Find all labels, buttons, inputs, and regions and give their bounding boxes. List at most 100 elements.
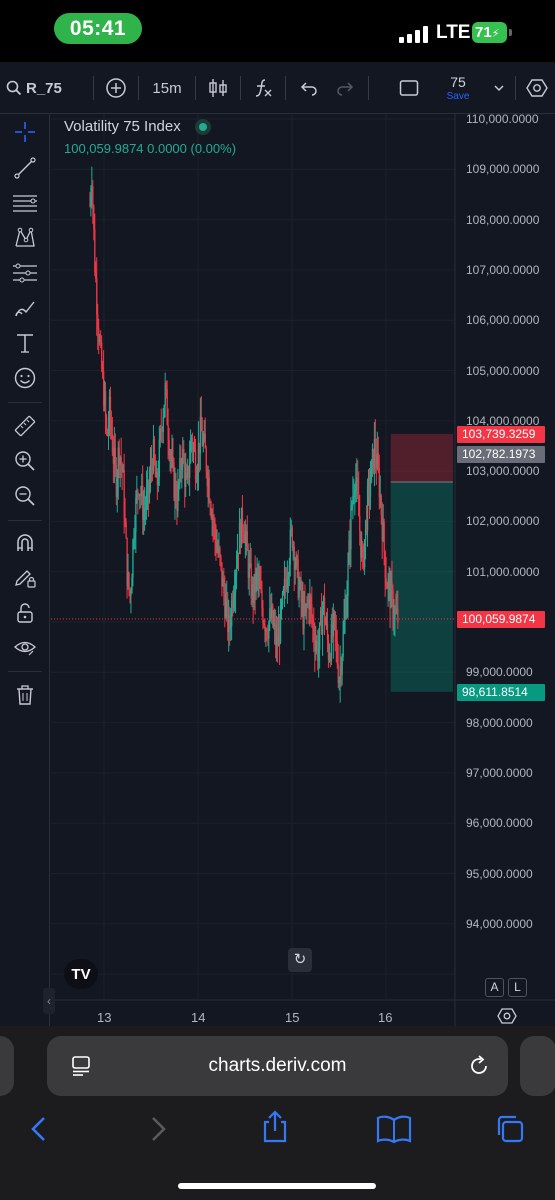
candle-body: [128, 572, 130, 591]
candle-body: [347, 563, 349, 597]
price-axis-label: 110,000.0000: [466, 112, 539, 126]
candle-body: [92, 186, 94, 207]
undo-button[interactable]: [294, 62, 324, 114]
share-button[interactable]: [260, 1110, 290, 1144]
trend-line-icon: [14, 157, 36, 179]
indicators-button[interactable]: [248, 62, 278, 114]
candle-body: [319, 622, 321, 650]
layout-count: 75: [450, 74, 466, 90]
entry-price-tag: 102,782.1973: [457, 446, 545, 463]
layout-dropdown-button[interactable]: [488, 62, 510, 114]
legend-title: Volatility 75 Index: [64, 118, 181, 135]
chart-app: ‹ Volatility 75 Index 100,059.9874 0.000…: [0, 112, 555, 1026]
interval-button[interactable]: 15m: [146, 62, 188, 114]
forward-button[interactable]: [143, 1114, 173, 1144]
price-axis-label: 94,000.0000: [466, 916, 533, 931]
remove-drawings-tool[interactable]: [10, 680, 40, 710]
forecast-lines-icon: [13, 263, 37, 283]
function-icon: [255, 79, 272, 97]
battery-icon: 71⚡: [472, 22, 512, 43]
trash-icon: [17, 685, 33, 705]
legend-values: 100,059.9874 0.0000 (0.00%): [64, 141, 237, 156]
price-axis-label: 105,000.0000: [466, 363, 540, 378]
price-axis-label: 109,000.0000: [466, 162, 540, 177]
log-scale-button[interactable]: L: [508, 978, 527, 997]
ruler-icon: [14, 415, 36, 437]
chart-type-button[interactable]: [203, 62, 233, 114]
settings-hexagon-icon: [497, 1008, 517, 1024]
eye-icon: [14, 641, 36, 656]
reset-icon: ↻: [293, 951, 307, 968]
emoji-tool[interactable]: [10, 363, 40, 393]
crosshair-icon: [15, 122, 35, 142]
trend-line-tool[interactable]: [10, 153, 40, 183]
candle-body: [208, 477, 210, 502]
symbol-search-button[interactable]: R_75: [6, 62, 92, 114]
save-layout-button[interactable]: 75 Save: [438, 62, 478, 114]
legend-symbol[interactable]: Volatility 75 Index: [64, 118, 211, 135]
rectangle-icon: [399, 80, 419, 96]
reload-icon[interactable]: [467, 1054, 491, 1078]
address-bar[interactable]: charts.deriv.com: [47, 1036, 508, 1096]
magnet-icon: [17, 534, 33, 551]
lock-drawings-tool[interactable]: [10, 598, 40, 628]
compare-button[interactable]: [101, 62, 131, 114]
pencil-lock-icon: [15, 570, 36, 588]
auto-scale-button[interactable]: A: [485, 978, 504, 997]
settings-button[interactable]: [523, 62, 551, 114]
candle-body: [189, 462, 191, 478]
brush-tool[interactable]: [10, 293, 40, 323]
toolbar-collapse-button[interactable]: ‹: [43, 988, 55, 1014]
zoom-out-tool[interactable]: [10, 481, 40, 511]
chart-settings-button[interactable]: [497, 1006, 517, 1026]
candle-body: [350, 505, 352, 550]
price-axis-label: 99,000.0000: [466, 665, 533, 680]
candles-icon: [209, 79, 227, 97]
candle-body: [125, 522, 127, 539]
price-axis-label: 106,000.0000: [466, 313, 540, 328]
previous-tab-preview[interactable]: [0, 1036, 14, 1096]
magnet-tool[interactable]: [10, 528, 40, 558]
brush-icon: [15, 301, 35, 317]
back-button[interactable]: [24, 1114, 54, 1144]
fullscreen-button[interactable]: [394, 62, 424, 114]
candle-body: [104, 391, 107, 417]
hide-drawings-tool[interactable]: [10, 632, 40, 662]
symbol-label: R_75: [26, 79, 62, 97]
chevron-down-icon: [494, 85, 504, 92]
tradingview-logo[interactable]: TV: [64, 959, 98, 989]
next-tab-preview[interactable]: [520, 1036, 555, 1096]
pattern-tool[interactable]: [10, 223, 40, 253]
tabs-button[interactable]: [495, 1114, 525, 1144]
zoom-in-icon: [15, 451, 35, 471]
forecast-tool[interactable]: [10, 258, 40, 288]
smiley-icon: [14, 367, 36, 389]
stop-loss-zone: [390, 433, 453, 483]
bookmarks-button[interactable]: [376, 1114, 412, 1144]
take-profit-zone: [390, 482, 453, 692]
save-label: Save: [446, 91, 470, 102]
price-axis-label: 98,000.0000: [466, 715, 533, 730]
stay-in-drawing-mode-tool[interactable]: [10, 563, 40, 593]
time-axis-label: 13: [97, 1010, 112, 1025]
horizontal-lines-icon: [13, 195, 37, 212]
crosshair-tool[interactable]: [10, 117, 40, 147]
candle-body: [220, 555, 222, 563]
candle-body: [397, 608, 399, 623]
redo-button[interactable]: [330, 62, 360, 114]
xabcd-pattern-icon: [15, 227, 35, 247]
candle-body: [105, 416, 108, 431]
status-bar: 05:41 LTE 71⚡: [0, 0, 555, 60]
home-indicator: [178, 1183, 376, 1189]
gann-fib-tool[interactable]: [10, 188, 40, 218]
candle-body: [369, 482, 372, 497]
text-tool[interactable]: [10, 328, 40, 358]
current-price-tag: 100,059.9874: [457, 611, 545, 628]
reset-chart-button[interactable]: ↻: [288, 948, 312, 972]
take-profit-price-tag: 98,611.8514: [457, 684, 545, 701]
candle-body: [383, 522, 385, 552]
zoom-in-tool[interactable]: [10, 446, 40, 476]
price-axis-label: 108,000.0000: [466, 212, 540, 227]
measure-tool[interactable]: [10, 411, 40, 441]
network-type: LTE: [436, 22, 471, 43]
